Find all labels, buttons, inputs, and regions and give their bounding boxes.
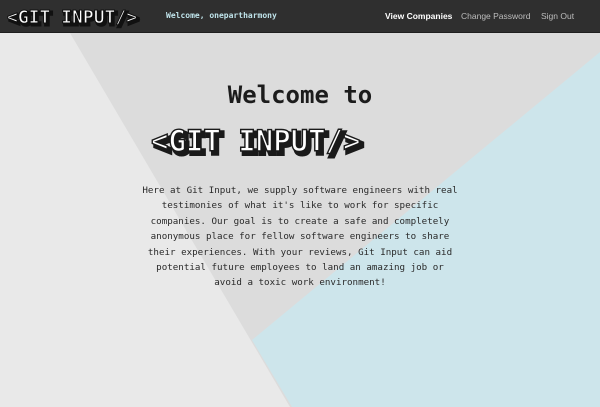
brand-logo-text: <GIT INPUT/> — [7, 7, 137, 28]
nav-change-password[interactable]: Change Password — [461, 11, 530, 21]
nav-view-companies[interactable]: View Companies — [385, 11, 452, 21]
top-navbar: <GIT INPUT/> <GIT INPUT/> Welcome, onepa… — [0, 0, 600, 33]
brand-logo[interactable]: <GIT INPUT/> <GIT INPUT/> — [6, 5, 158, 30]
hero-title: Welcome to — [227, 81, 373, 109]
main-content: Welcome to <GIT INPUT/> <GIT INPUT/> Her… — [0, 33, 600, 407]
welcome-user-text: Welcome, onepartharmony — [166, 11, 277, 20]
hero-description: Here at Git Input, we supply software en… — [142, 185, 458, 289]
hero-logo: <GIT INPUT/> <GIT INPUT/> — [150, 123, 365, 159]
hero-logo-text: <GIT INPUT/> — [151, 124, 361, 158]
nav-sign-out[interactable]: Sign Out — [541, 11, 574, 21]
